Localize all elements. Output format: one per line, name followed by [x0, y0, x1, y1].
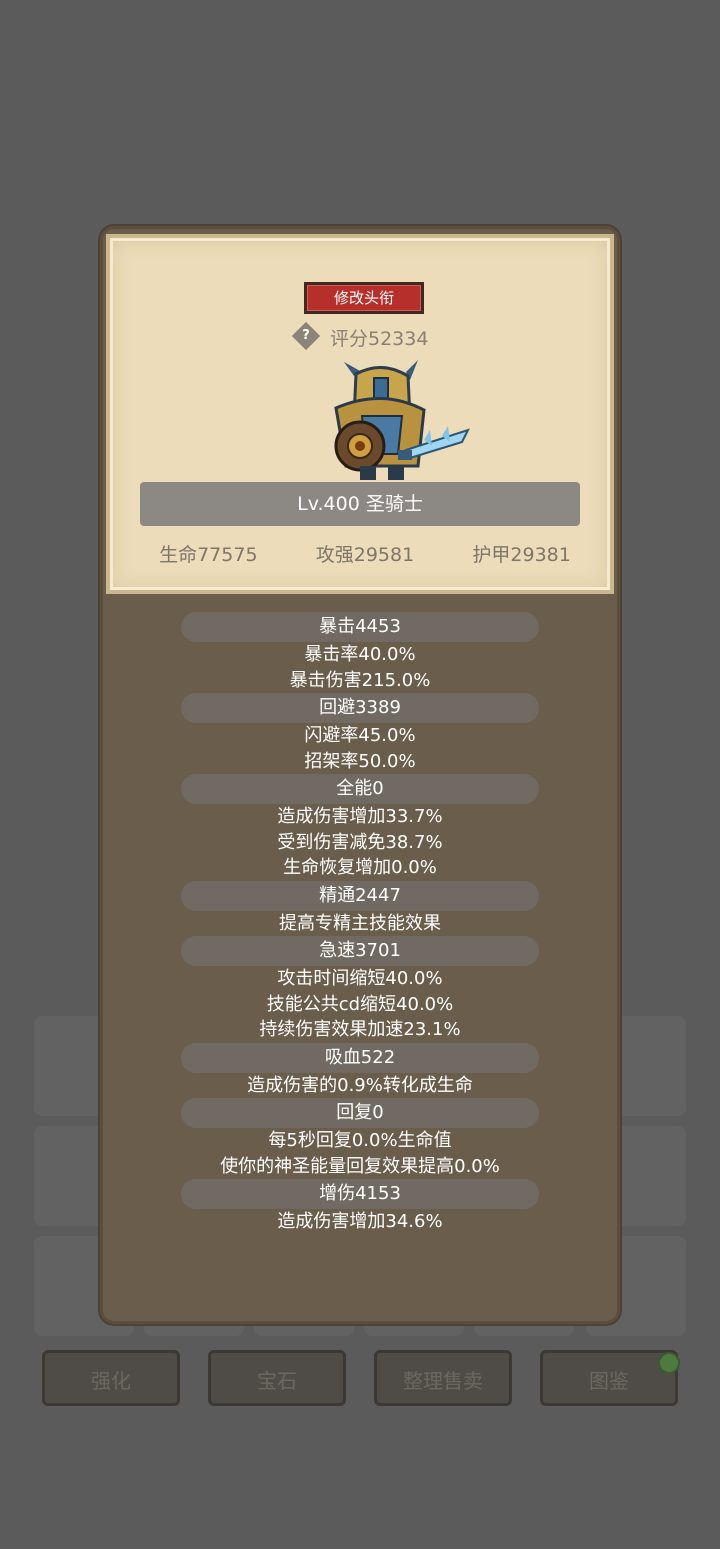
- attribute-list: 暴击4453 暴击率40.0% 暴击伤害215.0% 回避3389 闪避率45.…: [100, 612, 620, 1235]
- attr-detail: 提高专精主技能效果: [279, 912, 441, 934]
- attr-detail: 招架率50.0%: [304, 750, 416, 772]
- attr-detail: 使你的神圣能量回复效果提高0.0%: [220, 1155, 500, 1177]
- base-stats-row: 生命77575 攻强29581 护甲29381: [130, 540, 600, 570]
- attr-header-crit: 暴击4453: [181, 612, 539, 642]
- character-detail-modal: 修改头衔 ? 评分52334 Lv.400 圣骑士 生命77575 攻强2958…: [100, 226, 620, 1324]
- character-summary-card: 修改头衔 ? 评分52334 Lv.400 圣骑士 生命77575 攻强2958…: [106, 234, 614, 594]
- hero-name-bar: Lv.400 圣骑士: [140, 482, 580, 526]
- paladin-character-sprite: [334, 360, 470, 480]
- rename-title-button[interactable]: 修改头衔: [304, 282, 424, 314]
- attr-header-regen: 回复0: [181, 1098, 539, 1128]
- attr-detail: 每5秒回复0.0%生命值: [268, 1130, 452, 1151]
- attr-detail: 持续伤害效果加速23.1%: [259, 1019, 461, 1040]
- attr-header-mastery: 精通2447: [181, 880, 539, 911]
- attr-detail: 造成伤害的0.9%转化成生命: [247, 1074, 473, 1096]
- bottom-action-bar: 强化 宝石 整理售卖 图鉴: [40, 1350, 680, 1410]
- attr-header-lifesteal: 吸血522: [181, 1042, 539, 1073]
- stat-health: 生命77575: [159, 544, 258, 566]
- help-glyph: ?: [302, 328, 310, 343]
- attr-detail: 造成伤害增加33.7%: [277, 806, 443, 827]
- attr-detail: 暴击率40.0%: [304, 644, 416, 665]
- notification-dot-icon: [658, 1352, 680, 1374]
- attr-detail: 暴击伤害215.0%: [289, 669, 431, 691]
- game-screen: 强化 宝石 整理售卖 图鉴 修改头衔 ? 评分52334 Lv.400 圣骑士 …: [0, 0, 720, 1549]
- attr-header-damage-bonus: 增伤4153: [181, 1179, 539, 1209]
- attr-detail: 受到伤害减免38.7%: [277, 831, 443, 853]
- attr-detail: 攻击时间缩短40.0%: [277, 968, 443, 989]
- enhance-button[interactable]: 强化: [42, 1350, 180, 1406]
- attr-detail: 生命恢复增加0.0%: [283, 857, 437, 878]
- attr-detail: 技能公共cd缩短40.0%: [266, 993, 454, 1015]
- attr-header-haste: 急速3701: [181, 936, 539, 966]
- codex-button[interactable]: 图鉴: [540, 1350, 678, 1406]
- stat-attack-power: 攻强29581: [315, 544, 415, 566]
- attr-header-versatility: 全能0: [181, 774, 539, 804]
- stat-armor: 护甲29381: [472, 544, 571, 566]
- score-text: 评分52334: [330, 328, 429, 350]
- attr-detail: 闪避率45.0%: [304, 725, 416, 746]
- gem-button[interactable]: 宝石: [208, 1350, 346, 1406]
- attr-detail: 造成伤害增加34.6%: [277, 1211, 443, 1232]
- sort-sell-button[interactable]: 整理售卖: [374, 1350, 512, 1406]
- attr-header-avoidance: 回避3389: [181, 693, 539, 723]
- question-diamond-icon[interactable]: ?: [291, 321, 321, 351]
